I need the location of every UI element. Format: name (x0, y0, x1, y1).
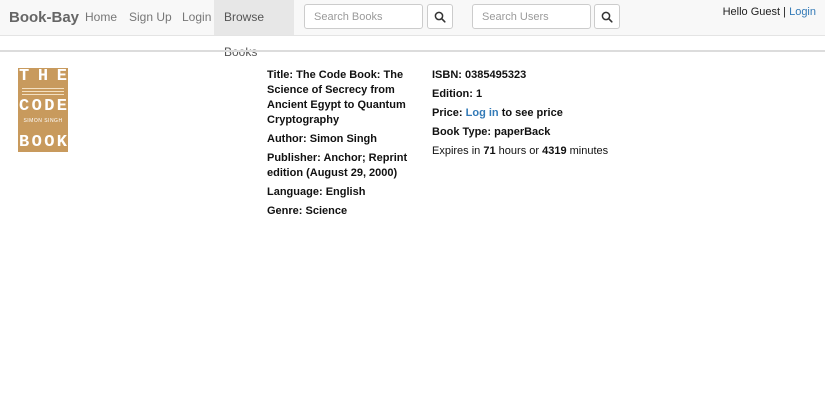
search-users-button[interactable] (594, 4, 620, 29)
book-language: Language: English (267, 186, 366, 198)
search-books-input[interactable] (304, 4, 423, 29)
nav-home[interactable]: Home (85, 0, 117, 35)
cover-letter: O (44, 133, 55, 152)
book-publisher: Publisher: Anchor; Reprint edition (Augu… (267, 152, 408, 179)
nav-browse-books[interactable]: Browse Books (214, 0, 294, 59)
cover-letter: E (56, 67, 67, 86)
cover-letter: D (44, 97, 55, 116)
cover-letter: H (37, 67, 49, 86)
book-type: Book Type: paperBack (432, 126, 551, 138)
cover-letter: T (19, 67, 30, 86)
book-genre: Genre: Science (267, 205, 348, 217)
book-title: Title: The Code Book: The Science of Sec… (267, 69, 406, 126)
greeting-separator: | (783, 6, 787, 18)
book-isbn: ISBN: 0385495323 (432, 69, 527, 81)
search-books-button[interactable] (427, 4, 453, 29)
brand-logo[interactable]: Book-Bay (9, 9, 79, 26)
book-details-left: Title: The Code Book: The Science of Sec… (267, 68, 432, 223)
cover-letter: O (31, 97, 42, 116)
top-navbar: Book-Bay Home Sign Up Login Browse Books… (0, 0, 825, 59)
book-author: Author: Simon Singh (267, 133, 378, 145)
cover-author: SIMON SINGH (23, 118, 63, 124)
cover-letter: B (19, 133, 30, 152)
cover-letter: O (31, 133, 42, 152)
cover-letter: E (56, 97, 67, 116)
book-details-right: ISBN: 0385495323 Edition: 1 Price: Log i… (432, 68, 632, 163)
book-price: Price: Log in to see price (432, 107, 563, 119)
user-greeting: Hello Guest | Login (723, 6, 816, 18)
greeting-login-link[interactable]: Login (789, 6, 816, 18)
header-divider (0, 50, 825, 52)
nav-sign-up[interactable]: Sign Up (129, 0, 172, 35)
greeting-text: Hello Guest (722, 6, 781, 18)
search-users-input[interactable] (472, 4, 591, 29)
price-login-link[interactable]: Log in (466, 107, 499, 119)
search-icon (434, 11, 446, 23)
cover-letter: K (56, 133, 67, 152)
cover-letter: C (19, 97, 30, 116)
expiry-countdown: Expires in 71 hours or 4319 minutes (432, 145, 609, 157)
book-cover-image: T H E C O D E SIMON SINGH B O O K (18, 68, 68, 152)
nav-login[interactable]: Login (182, 0, 211, 35)
search-icon (601, 11, 613, 23)
book-edition: Edition: 1 (432, 88, 483, 100)
